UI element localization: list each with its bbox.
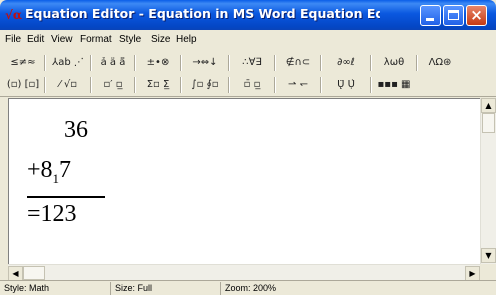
scroll-left-button[interactable]: ◀ bbox=[8, 266, 23, 281]
separator bbox=[44, 55, 46, 71]
greek-uppercase-palette[interactable]: ΛΩ⊛ bbox=[419, 54, 461, 72]
fence-templates-palette[interactable]: (▫) [▫] bbox=[3, 76, 43, 94]
line-2-suffix: 7 bbox=[59, 157, 72, 183]
sum-rule-line bbox=[27, 196, 105, 198]
spaces-ellipses-palette[interactable]: ⅄ab ⋰ bbox=[47, 54, 89, 72]
menu-format[interactable]: Format bbox=[80, 34, 112, 45]
underbar-overbar-templates-palette[interactable]: ▫̄ ▫̲ bbox=[231, 76, 273, 94]
menu-style[interactable]: Style bbox=[119, 34, 141, 45]
separator bbox=[90, 77, 92, 93]
greek-lowercase-palette[interactable]: λωθ bbox=[373, 54, 415, 72]
set-theory-symbols-palette[interactable]: ∉∩⊂ bbox=[277, 54, 319, 72]
separator bbox=[228, 55, 230, 71]
separator bbox=[44, 77, 46, 93]
app-icon-glyph: √α bbox=[5, 8, 23, 22]
line-2-subscript: 1 bbox=[52, 171, 60, 186]
window-title: Equation Editor - Equation in MS Word Eq… bbox=[25, 6, 380, 21]
separator bbox=[180, 77, 182, 93]
subscript-superscript-templates-palette[interactable]: ▫′ ▫̲ bbox=[93, 76, 133, 94]
matrix-templates-palette[interactable]: ▪▪▪ ▦ bbox=[373, 76, 415, 94]
status-bar: Style: Math Size: Full Zoom: 200% bbox=[0, 280, 496, 295]
scroll-right-button[interactable]: ▶ bbox=[465, 266, 480, 281]
symbol-palette-bar: ≤≠≈ ⅄ab ⋰ ả ä ä̈ ±•⊗ →⇔↓ ∴∀∃ ∉∩⊂ ∂∞ℓ λωθ… bbox=[0, 52, 496, 74]
menu-view[interactable]: View bbox=[51, 34, 73, 45]
equation-line-1[interactable]: 36 bbox=[64, 117, 88, 144]
horizontal-scrollbar[interactable]: ◀ ▶ bbox=[8, 264, 480, 281]
maximize-icon bbox=[448, 10, 459, 20]
status-size: Size: Full bbox=[110, 282, 220, 295]
separator bbox=[320, 77, 322, 93]
separator bbox=[134, 55, 136, 71]
maximize-button[interactable] bbox=[443, 5, 464, 26]
separator bbox=[370, 77, 372, 93]
minimize-button[interactable] bbox=[420, 5, 441, 26]
labeled-arrow-templates-palette[interactable]: ⇀ ↽ bbox=[277, 76, 319, 94]
menu-edit[interactable]: Edit bbox=[27, 34, 44, 45]
separator bbox=[180, 55, 182, 71]
separator bbox=[416, 55, 418, 71]
menu-size[interactable]: Size bbox=[151, 34, 170, 45]
embellishments-palette[interactable]: ả ä ä̈ bbox=[93, 54, 133, 72]
fraction-radical-templates-palette[interactable]: ⁄ √▫ bbox=[47, 76, 89, 94]
template-palette-bar: (▫) [▫] ⁄ √▫ ▫′ ▫̲ Σ▫ Σ̲ ∫▫ ∮▫ ▫̄ ▫̲ ⇀ ↽… bbox=[0, 74, 496, 96]
equation-line-2[interactable]: +817 bbox=[27, 157, 72, 186]
equation-line-3[interactable]: =123 bbox=[27, 201, 77, 228]
separator bbox=[228, 77, 230, 93]
equation-canvas[interactable]: 36 +817 =123 bbox=[8, 98, 481, 265]
equation-editor-icon: √α bbox=[5, 7, 23, 23]
title-bar[interactable]: √α Equation Editor - Equation in MS Word… bbox=[0, 0, 496, 30]
scroll-up-button[interactable]: ▲ bbox=[481, 98, 496, 113]
status-zoom: Zoom: 200% bbox=[220, 282, 496, 295]
summation-templates-palette[interactable]: Σ▫ Σ̲ bbox=[137, 76, 179, 94]
close-icon: × bbox=[470, 6, 483, 24]
separator bbox=[274, 55, 276, 71]
menu-help[interactable]: Help bbox=[176, 34, 197, 45]
minimize-icon bbox=[426, 18, 434, 21]
misc-symbols-palette[interactable]: ∂∞ℓ bbox=[323, 54, 369, 72]
close-button[interactable]: × bbox=[466, 5, 487, 26]
separator bbox=[134, 77, 136, 93]
separator bbox=[370, 55, 372, 71]
vertical-scroll-thumb[interactable] bbox=[482, 113, 495, 133]
vertical-scrollbar[interactable]: ▲ ▼ bbox=[480, 98, 496, 264]
menu-bar: File Edit View Format Style Size Help bbox=[0, 30, 496, 50]
separator bbox=[274, 77, 276, 93]
menu-file[interactable]: File bbox=[5, 34, 21, 45]
integral-templates-palette[interactable]: ∫▫ ∮▫ bbox=[183, 76, 227, 94]
scroll-down-button[interactable]: ▼ bbox=[481, 248, 496, 263]
arrow-symbols-palette[interactable]: →⇔↓ bbox=[183, 54, 227, 72]
line-2-prefix: +8 bbox=[27, 157, 53, 183]
size-grip[interactable] bbox=[480, 264, 496, 280]
separator bbox=[90, 55, 92, 71]
logical-symbols-palette[interactable]: ∴∀∃ bbox=[231, 54, 273, 72]
product-templates-palette[interactable]: Ų̈ Ụ̇ bbox=[323, 76, 369, 94]
status-style: Style: Math bbox=[4, 283, 50, 293]
relational-symbols-palette[interactable]: ≤≠≈ bbox=[3, 54, 43, 72]
toolbar-divider bbox=[0, 96, 496, 97]
separator bbox=[320, 55, 322, 71]
operator-symbols-palette[interactable]: ±•⊗ bbox=[137, 54, 179, 72]
equation-editor-window: √α Equation Editor - Equation in MS Word… bbox=[0, 0, 496, 295]
horizontal-scroll-thumb[interactable] bbox=[23, 266, 45, 280]
